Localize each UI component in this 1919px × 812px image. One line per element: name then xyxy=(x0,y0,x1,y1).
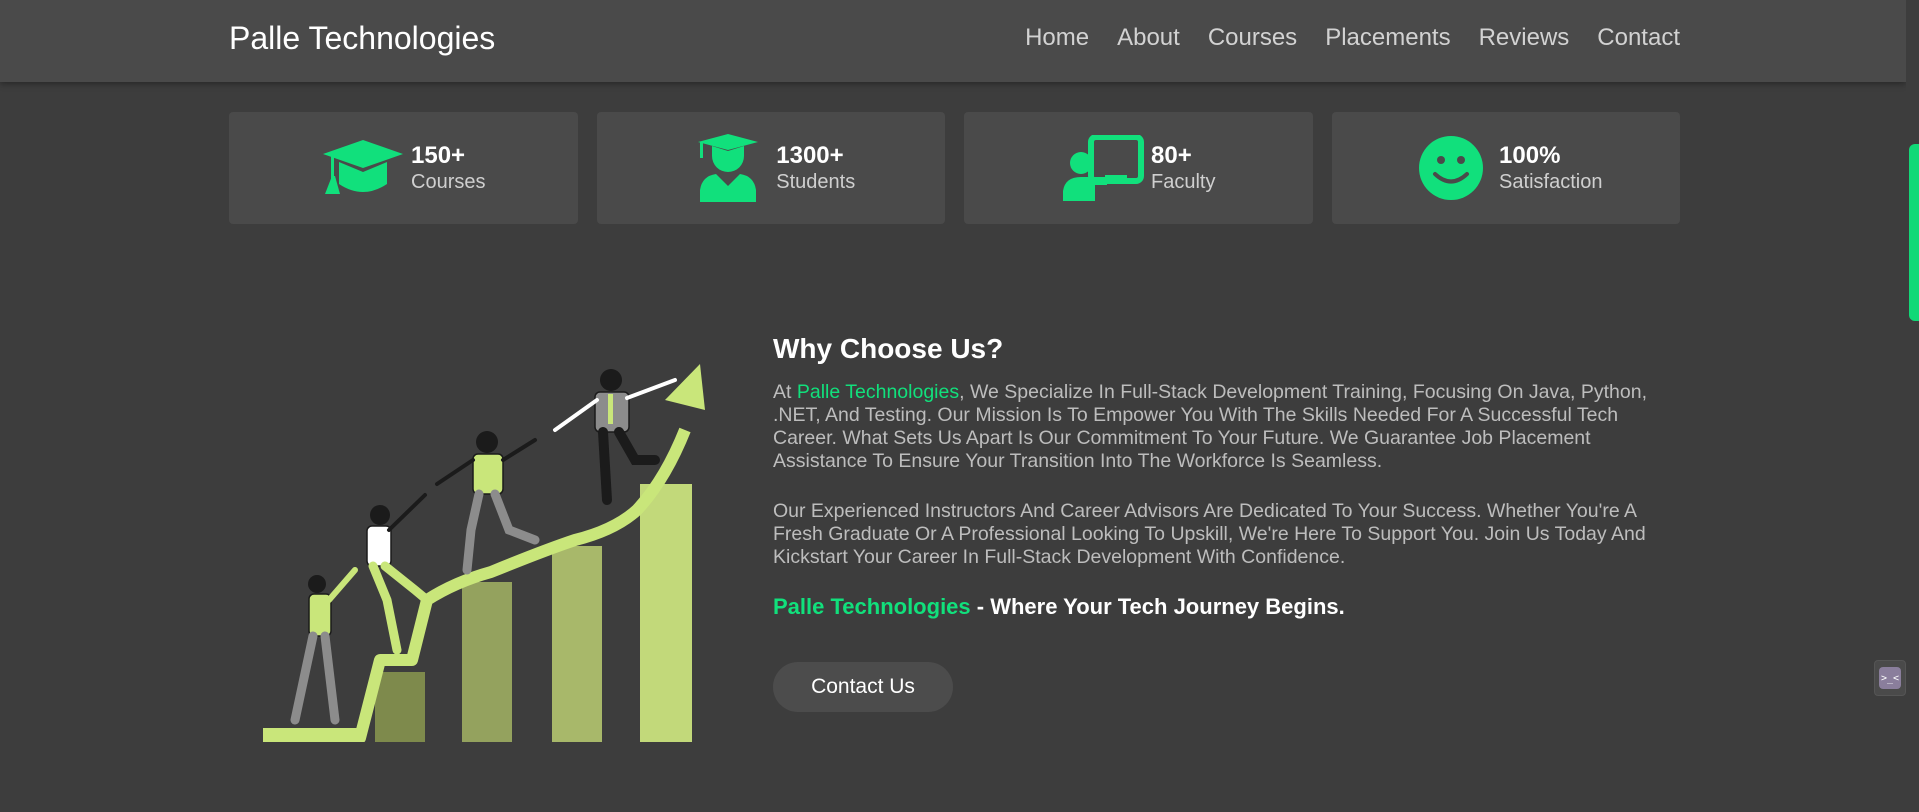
teamwork-climbing-illustration xyxy=(255,360,735,744)
graduation-cap-icon xyxy=(321,134,405,202)
nav-link-about[interactable]: About xyxy=(1117,24,1180,51)
stat-value-students: 1300+ xyxy=(776,142,844,169)
nav-item-contact: Contact xyxy=(1597,24,1680,52)
teacher-board-icon xyxy=(1061,134,1145,202)
nav-item-courses: Courses xyxy=(1208,24,1297,52)
nav-link-contact[interactable]: Contact xyxy=(1597,24,1680,51)
student-icon xyxy=(686,134,770,202)
stat-card-courses: 150+ Courses xyxy=(229,112,578,224)
contact-us-button[interactable]: Contact Us xyxy=(773,662,953,712)
nav-link-courses[interactable]: Courses xyxy=(1208,24,1297,51)
stat-label-faculty: Faculty xyxy=(1151,171,1216,193)
tagline-brand: Palle Technologies xyxy=(773,594,971,619)
why-choose-us-section: Why Choose Us? At Palle Technologies, We… xyxy=(773,333,1683,620)
chat-bot-icon[interactable]: >_< xyxy=(1874,660,1906,696)
why-title: Why Choose Us? xyxy=(773,333,1004,364)
nav-link-placements[interactable]: Placements xyxy=(1325,24,1450,51)
stat-text-satisfaction: 100% Satisfaction xyxy=(1499,142,1602,194)
page-scrollbar[interactable] xyxy=(1906,0,1919,812)
stat-label-satisfaction: Satisfaction xyxy=(1499,171,1603,193)
stat-card-students: 1300+ Students xyxy=(596,112,945,224)
stat-text-courses: 150+ Courses xyxy=(411,142,485,194)
tagline-rest: - Where Your Tech Journey Begins. xyxy=(970,594,1345,619)
why-paragraph-1: At Palle Technologies, We Specialize In … xyxy=(773,381,1683,473)
stat-label-courses: Courses xyxy=(411,171,486,193)
smiley-icon xyxy=(1409,134,1493,202)
why-para1-prefix: At xyxy=(773,381,797,403)
nav-links: Home About Courses Placements Reviews Co… xyxy=(1025,24,1680,52)
tagline: Palle Technologies - Where Your Tech Jou… xyxy=(773,594,1683,620)
scrollbar-thumb[interactable] xyxy=(1909,144,1919,321)
nav-item-about: About xyxy=(1117,24,1180,52)
nav-item-home: Home xyxy=(1025,24,1089,52)
why-paragraph-2: Our Experienced Instructors And Career A… xyxy=(773,500,1646,568)
stat-card-satisfaction: 100% Satisfaction xyxy=(1331,112,1680,224)
nav-item-reviews: Reviews xyxy=(1479,24,1570,52)
chat-bot-face: >_< xyxy=(1879,667,1901,689)
stats-section: 150+ Courses 1300+ Students 80+ Faculty … xyxy=(229,112,1680,224)
stat-label-students: Students xyxy=(776,171,856,193)
nav-item-placements: Placements xyxy=(1325,24,1450,52)
stat-text-faculty: 80+ Faculty xyxy=(1151,142,1215,194)
why-para1-brand: Palle Technologies xyxy=(796,381,960,403)
stat-card-faculty: 80+ Faculty xyxy=(964,112,1313,224)
stat-value-faculty: 80+ xyxy=(1151,142,1192,169)
stat-text-students: 1300+ Students xyxy=(776,142,855,194)
nav-link-reviews[interactable]: Reviews xyxy=(1479,24,1570,51)
stat-value-satisfaction: 100% xyxy=(1499,142,1561,169)
stat-value-courses: 150+ xyxy=(411,142,466,169)
nav-link-home[interactable]: Home xyxy=(1025,24,1089,51)
brand-logo[interactable]: Palle Technologies xyxy=(229,20,495,57)
navbar: Palle Technologies Home About Courses Pl… xyxy=(0,0,1906,82)
